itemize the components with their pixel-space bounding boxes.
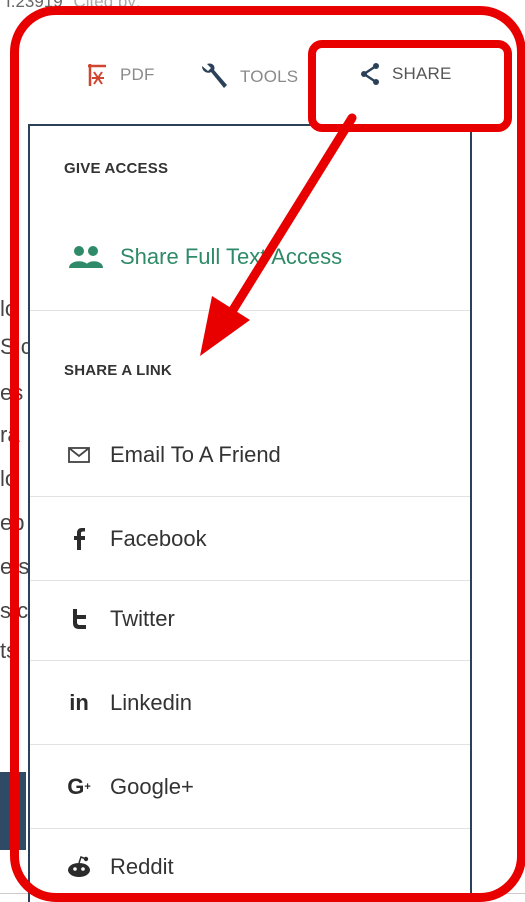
- annotation-arrow: [200, 113, 357, 356]
